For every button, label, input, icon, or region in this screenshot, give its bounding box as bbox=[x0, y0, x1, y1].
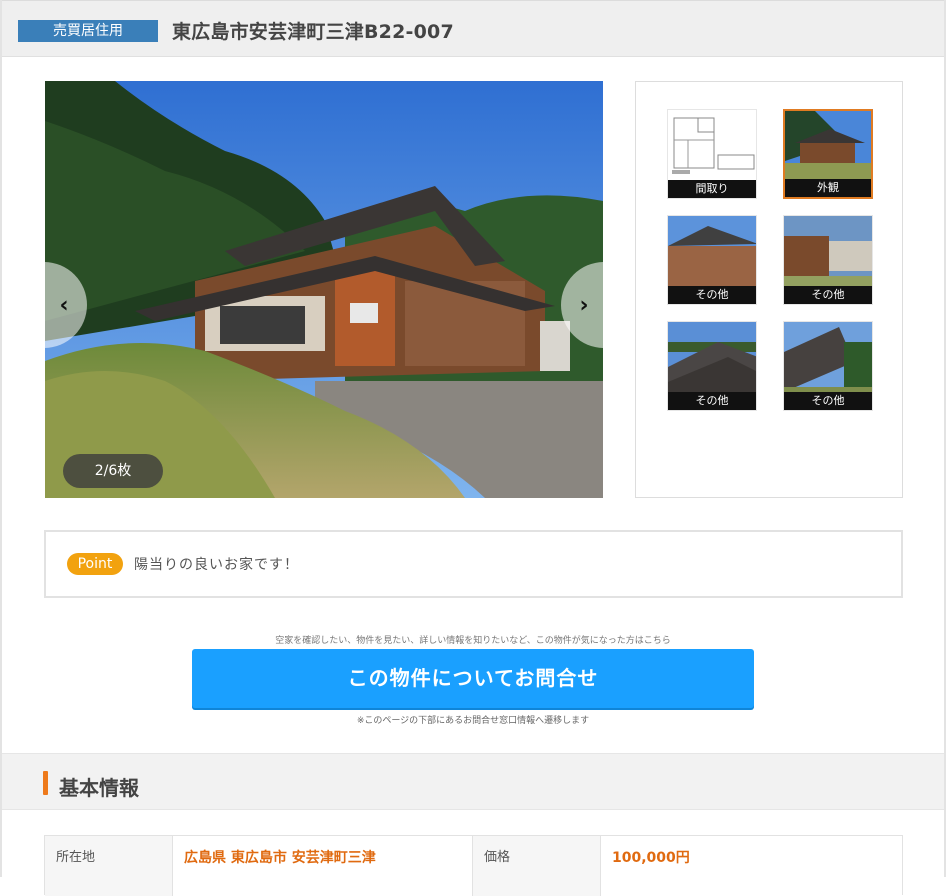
inquiry-button[interactable]: この物件についてお問合せ bbox=[192, 649, 754, 708]
property-header: 売買居住用 東広島市安芸津町三津B22-007 bbox=[2, 0, 944, 57]
listing-type-badge: 売買居住用 bbox=[18, 20, 158, 42]
photo-counter: 2/6枚 bbox=[63, 454, 163, 488]
basic-info-table: 所在地 広島県 東広島市 安芸津町三津 価格 100,000円 bbox=[44, 835, 903, 896]
basic-info-header: 基本情報 bbox=[2, 753, 944, 810]
thumbnail-label: その他 bbox=[784, 286, 872, 304]
thumbnail-other-3[interactable]: その他 bbox=[667, 321, 757, 411]
thumbnail-other-4[interactable]: その他 bbox=[783, 321, 873, 411]
point-tag: Point bbox=[67, 553, 123, 575]
location-label: 所在地 bbox=[45, 836, 173, 896]
thumbnail-label: その他 bbox=[668, 392, 756, 410]
thumbnail-label: その他 bbox=[668, 286, 756, 304]
thumbnail-panel: 間取り 外観 その他 その他 その他 その他 bbox=[635, 81, 903, 498]
property-title: 東広島市安芸津町三津B22-007 bbox=[172, 21, 454, 43]
cta-caption: 空家を確認したい、物件を見たい、詳しい情報を知りたいなど、この物件が気になった方… bbox=[275, 636, 671, 646]
point-text: 陽当りの良いお家です！ bbox=[134, 557, 299, 573]
price-value: 100,000円 bbox=[601, 836, 902, 896]
thumbnail-label: 外観 bbox=[785, 179, 871, 197]
main-photo[interactable]: ‹ › 2/6枚 bbox=[45, 81, 603, 498]
thumbnail-exterior[interactable]: 外観 bbox=[783, 109, 873, 199]
point-box: Point 陽当りの良いお家です！ bbox=[44, 530, 903, 598]
section-accent-bar bbox=[43, 771, 48, 795]
chevron-right-icon: › bbox=[579, 292, 589, 318]
cta-note: ※このページの下部にあるお問合せ窓口情報へ遷移します bbox=[356, 716, 590, 726]
thumbnail-other-1[interactable]: その他 bbox=[667, 215, 757, 305]
thumbnail-floorplan[interactable]: 間取り bbox=[667, 109, 757, 199]
thumbnail-other-2[interactable]: その他 bbox=[783, 215, 873, 305]
thumbnail-label: 間取り bbox=[668, 180, 756, 198]
chevron-left-icon: ‹ bbox=[59, 292, 69, 318]
house-exterior-photo bbox=[45, 81, 603, 498]
price-label: 価格 bbox=[473, 836, 601, 896]
thumbnail-label: その他 bbox=[784, 392, 872, 410]
section-title: 基本情報 bbox=[59, 776, 139, 800]
location-value: 広島県 東広島市 安芸津町三津 bbox=[173, 836, 473, 896]
